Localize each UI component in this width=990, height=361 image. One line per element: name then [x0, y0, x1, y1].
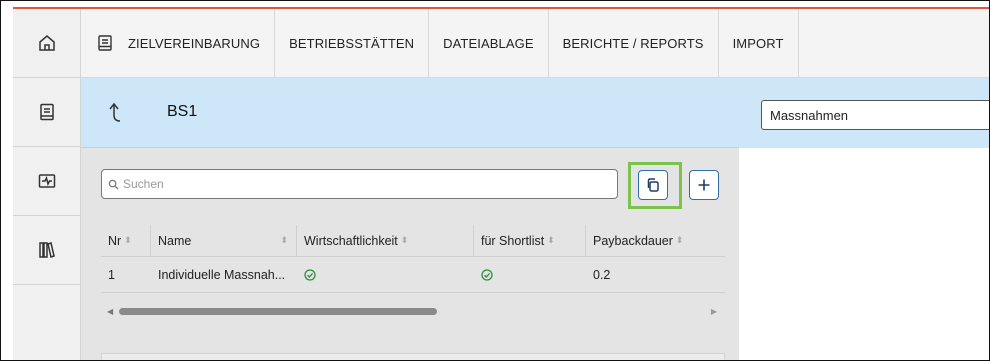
category-select[interactable]: Massnahmen [761, 100, 989, 130]
scroll-right-arrow-icon[interactable]: ▶ [711, 307, 717, 316]
table-row[interactable]: 1 Individuelle Massnah... 0.2 [101, 257, 725, 293]
sort-icon: ⬍ [675, 235, 684, 245]
nav-item-zielvereinbarung[interactable]: ZIELVEREINBARUNG [81, 9, 276, 77]
column-header-wirtschaftlichkeit[interactable]: Wirtschaftlichkeit ⬍ [297, 225, 474, 256]
sort-icon: ⬍ [400, 235, 409, 245]
cell-name: Individuelle Massnah... [158, 267, 286, 282]
document-icon [98, 35, 112, 51]
cell-wirtschaftlichkeit [297, 257, 474, 292]
nav-item-betriebsstaetten[interactable]: BETRIEBSSTÄTTEN [275, 9, 430, 77]
column-label: Name [158, 233, 192, 248]
check-circle-icon [304, 268, 316, 281]
cell-shortlist [474, 257, 586, 292]
nav-label: DATEIABLAGE [443, 35, 534, 51]
search-input[interactable] [123, 177, 603, 191]
sort-icon: ⬍ [280, 235, 288, 245]
nav-label: IMPORT [732, 35, 784, 51]
add-button[interactable] [689, 170, 719, 200]
nav-item-dateiablage[interactable]: DATEIABLAGE [429, 9, 549, 77]
data-table: Nr ⬍ Name ⬍ Wirtschaftlichkeit ⬍ für Sho… [101, 225, 725, 293]
check-circle-icon [481, 268, 493, 281]
monitor-pulse-icon [38, 174, 56, 188]
sidebar [13, 9, 81, 360]
cell-payback: 0.2 [593, 267, 611, 282]
library-icon [39, 242, 55, 258]
back-arrow-icon[interactable] [107, 102, 123, 124]
lower-card [101, 353, 725, 360]
sidebar-item-home[interactable] [13, 9, 81, 78]
scrollbar-thumb[interactable] [119, 308, 437, 315]
nav-item-import[interactable]: IMPORT [719, 9, 799, 77]
sort-icon: ⬍ [124, 235, 132, 245]
page-title: BS1 [167, 103, 198, 120]
top-navigation: ZIELVEREINBARUNG BETRIEBSSTÄTTEN DATEIAB… [81, 9, 989, 78]
sidebar-item-monitor[interactable] [13, 147, 81, 216]
column-header-nr[interactable]: Nr ⬍ [101, 225, 151, 256]
notebook-icon [40, 103, 54, 121]
nav-label: ZIELVEREINBARUNG [128, 35, 261, 51]
column-label: Wirtschaftlichkeit [304, 233, 398, 248]
search-icon [108, 179, 119, 190]
copy-icon [647, 178, 659, 192]
nav-label: BERICHTE / REPORTS [562, 35, 704, 51]
horizontal-scrollbar[interactable]: ◀ ▶ [101, 304, 725, 318]
home-icon [39, 35, 55, 51]
column-label: Nr [108, 233, 122, 248]
column-header-name[interactable]: Name ⬍ [151, 225, 297, 256]
nav-item-berichte[interactable]: BERICHTE / REPORTS [549, 9, 719, 77]
sidebar-item-notebook[interactable] [13, 78, 81, 147]
table-header: Nr ⬍ Name ⬍ Wirtschaftlichkeit ⬍ für Sho… [101, 225, 725, 257]
column-header-payback[interactable]: Paybackdauer ⬍ [586, 225, 725, 256]
nav-label: BETRIEBSSTÄTTEN [289, 35, 415, 51]
sort-icon: ⬍ [547, 235, 555, 245]
cell-nr: 1 [108, 267, 115, 282]
column-label: Paybackdauer [593, 233, 673, 248]
app-window: ZIELVEREINBARUNG BETRIEBSSTÄTTEN DATEIAB… [0, 0, 990, 361]
page-header: BS1 [81, 78, 739, 148]
plus-icon [698, 179, 710, 191]
sidebar-item-library[interactable] [13, 216, 81, 285]
copy-button[interactable] [638, 170, 668, 200]
scroll-left-arrow-icon[interactable]: ◀ [107, 307, 113, 316]
search-box[interactable] [101, 169, 618, 199]
column-header-shortlist[interactable]: für Shortlist ⬍ [474, 225, 586, 256]
column-label: für Shortlist [481, 233, 545, 248]
